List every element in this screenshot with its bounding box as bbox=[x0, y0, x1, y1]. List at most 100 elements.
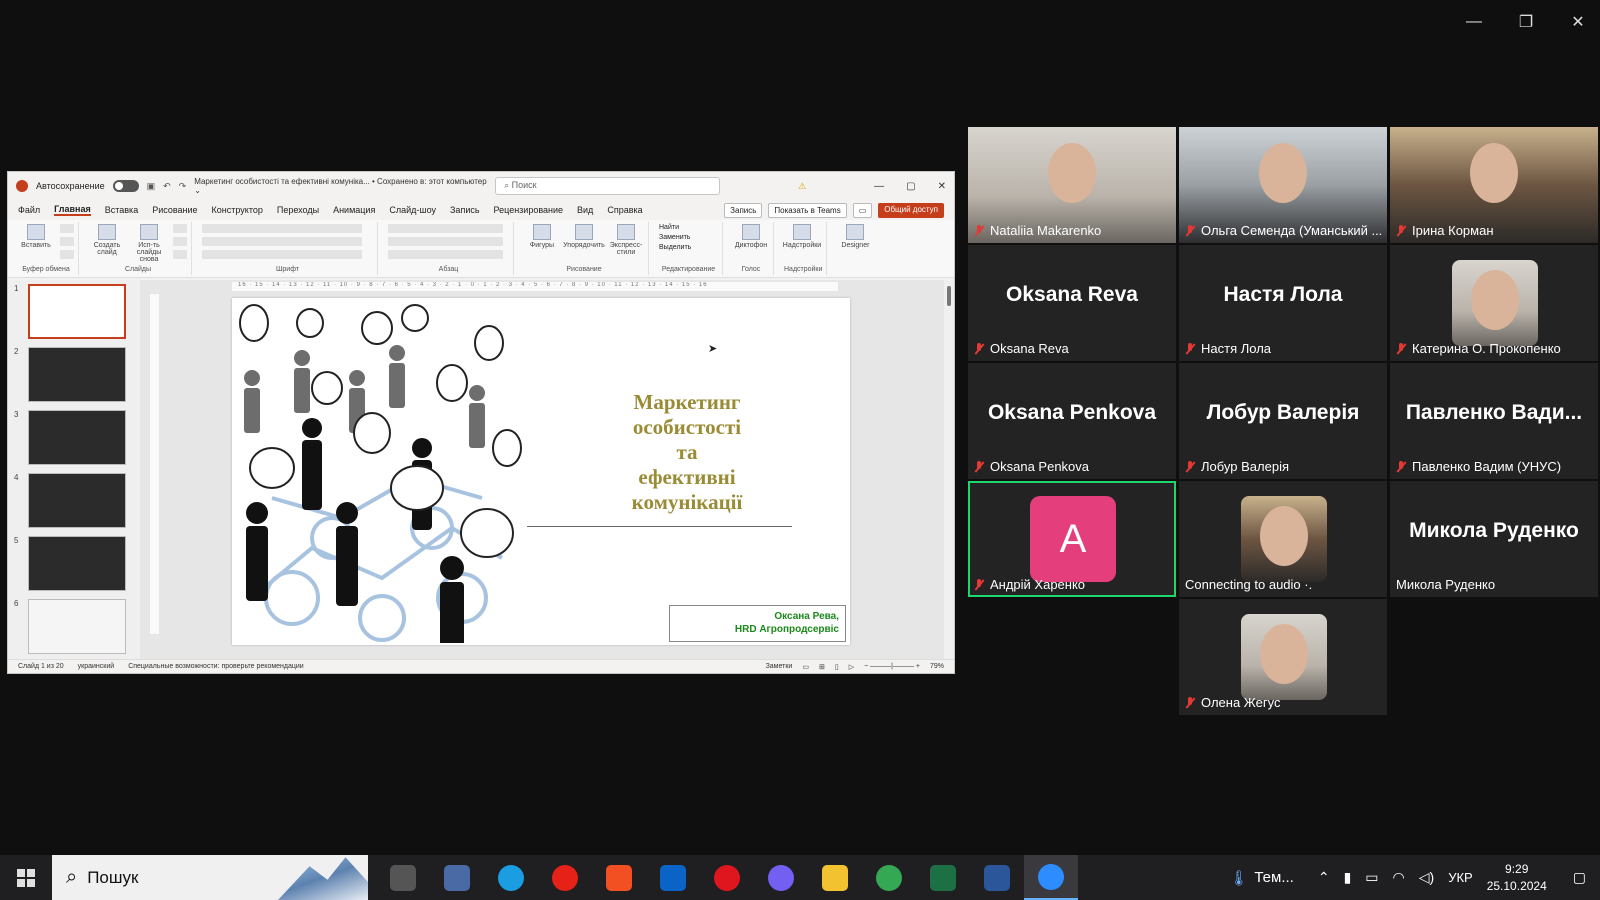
tab-7[interactable]: Слайд-шоу bbox=[389, 205, 436, 215]
tab-2[interactable]: Вставка bbox=[105, 205, 138, 215]
participant-tile[interactable]: Микола Руденко Микола Руденко bbox=[1390, 481, 1598, 597]
participant-tile[interactable]: Oksana Reva Oksana Reva bbox=[968, 245, 1176, 361]
slideshow-icon[interactable]: ▷ bbox=[849, 663, 854, 671]
tab-0[interactable]: Файл bbox=[18, 205, 40, 215]
taskbar-app-zoom[interactable] bbox=[1024, 855, 1078, 900]
taskbar-app-calculator[interactable] bbox=[430, 855, 484, 900]
record-button[interactable]: Запись bbox=[724, 202, 763, 218]
editor-scrollbar[interactable] bbox=[944, 280, 954, 659]
slide-thumbnail[interactable] bbox=[28, 536, 126, 591]
tab-6[interactable]: Анимация bbox=[333, 205, 375, 215]
restore-icon[interactable]: ❐ bbox=[1514, 10, 1538, 34]
dictate-button[interactable]: Диктофон bbox=[733, 224, 769, 249]
tab-1[interactable]: Главная bbox=[54, 204, 91, 216]
slide-author-box[interactable]: Оксана Рева, HRD Агропродсервіс bbox=[669, 605, 846, 642]
arrange-button[interactable]: Упорядочить bbox=[563, 224, 605, 249]
volume-icon[interactable]: ◁) bbox=[1419, 869, 1434, 886]
battery-icon[interactable]: ▭ bbox=[1365, 869, 1378, 886]
zoom-slider[interactable]: − ———|——— + bbox=[864, 663, 920, 671]
taskbar-app-chrome[interactable] bbox=[862, 855, 916, 900]
tab-3[interactable]: Рисование bbox=[152, 205, 197, 215]
ppt-restore-icon[interactable]: ▢ bbox=[906, 181, 915, 192]
find-button[interactable]: Найти bbox=[659, 224, 718, 231]
replace-button[interactable]: Заменить bbox=[659, 234, 718, 241]
participant-tile[interactable]: Ольга Семенда (Уманський ... bbox=[1179, 127, 1387, 243]
participant-tile[interactable]: Настя Лола Настя Лола bbox=[1179, 245, 1387, 361]
participant-tile[interactable]: Nataliia Makarenko bbox=[968, 127, 1176, 243]
taskbar-app-excel[interactable] bbox=[916, 855, 970, 900]
taskbar-clock[interactable]: 9:29 25.10.2024 bbox=[1487, 861, 1547, 895]
share-button[interactable]: Общий доступ bbox=[878, 202, 944, 218]
participant-tile[interactable]: Connecting to audio ·. bbox=[1179, 481, 1387, 597]
taskbar-app-task-view[interactable] bbox=[376, 855, 430, 900]
shapes-button[interactable]: Фигуры bbox=[524, 224, 560, 249]
tab-11[interactable]: Справка bbox=[607, 205, 642, 215]
slide-thumbnail[interactable] bbox=[28, 284, 126, 339]
taskbar-app-microsoft-store[interactable] bbox=[592, 855, 646, 900]
sorter-view-icon[interactable]: ⊞ bbox=[819, 663, 825, 671]
select-button[interactable]: Выделить bbox=[659, 244, 718, 251]
language-status[interactable]: украинский bbox=[78, 663, 115, 670]
taskbar-app-viber[interactable] bbox=[754, 855, 808, 900]
slide-thumbnail-row[interactable]: 4 bbox=[14, 473, 136, 528]
minimize-icon[interactable]: — bbox=[1462, 10, 1486, 34]
show-in-teams-button[interactable]: Показать в Teams bbox=[768, 202, 847, 218]
current-slide[interactable]: Маркетинг особистості та ефективні комунікац… bbox=[232, 298, 850, 645]
participant-tile[interactable]: Лобур Валерія Лобур Валерія bbox=[1179, 363, 1387, 479]
taskbar-app-opera[interactable] bbox=[700, 855, 754, 900]
undo-icon[interactable]: ↶ bbox=[163, 181, 171, 192]
slide-thumbnail-row[interactable]: 3 bbox=[14, 410, 136, 465]
slide-thumbnail-row[interactable]: 5 bbox=[14, 536, 136, 591]
normal-view-icon[interactable]: ▭ bbox=[802, 663, 809, 671]
quick-styles-button[interactable]: Экспресс-стили bbox=[608, 224, 644, 256]
tab-10[interactable]: Вид bbox=[577, 205, 593, 215]
slide-thumbnail[interactable] bbox=[28, 347, 126, 402]
slide-thumbnail[interactable] bbox=[28, 473, 126, 528]
reading-view-icon[interactable]: ▯ bbox=[835, 663, 839, 671]
start-button[interactable] bbox=[0, 855, 52, 900]
paste-button[interactable]: Вставить bbox=[18, 224, 54, 249]
close-icon[interactable]: ✕ bbox=[1566, 10, 1590, 34]
comments-icon[interactable]: ▭ bbox=[852, 202, 873, 218]
redo-icon[interactable]: ↷ bbox=[179, 181, 187, 192]
slide-thumbnail[interactable] bbox=[28, 410, 126, 465]
slide-thumbnail-row[interactable]: 6 bbox=[14, 599, 136, 654]
tab-9[interactable]: Рецензирование bbox=[494, 205, 564, 215]
save-icon[interactable]: ▣ bbox=[147, 181, 156, 192]
tab-5[interactable]: Переходы bbox=[277, 205, 319, 215]
autosave-toggle[interactable] bbox=[112, 180, 139, 192]
participant-tile[interactable]: A Андрій Харенко bbox=[968, 481, 1176, 597]
designer-button[interactable]: Designer bbox=[837, 224, 873, 249]
participant-tile[interactable]: Олена Жегус bbox=[1179, 599, 1387, 715]
participant-tile[interactable]: Ірина Корман bbox=[1390, 127, 1598, 243]
reuse-slides-button[interactable]: Исп-ть слайды снова bbox=[131, 224, 167, 263]
slide-title[interactable]: Маркетинг особистості та ефективні комунікац… bbox=[587, 390, 787, 515]
accessibility-status[interactable]: Специальные возможности: проверьте реком… bbox=[128, 663, 304, 670]
slide-thumbnail[interactable] bbox=[28, 599, 126, 654]
taskbar-app-word[interactable] bbox=[970, 855, 1024, 900]
zoom-level[interactable]: 79% bbox=[930, 663, 944, 671]
slide-thumbnail-row[interactable]: 2 bbox=[14, 347, 136, 402]
ppt-search-input[interactable]: ⌕ Поиск bbox=[495, 177, 721, 195]
taskbar-app-file-explorer[interactable] bbox=[808, 855, 862, 900]
weather-widget[interactable]: 🌡 Тем... bbox=[1229, 869, 1294, 887]
tab-4[interactable]: Конструктор bbox=[212, 205, 263, 215]
ppt-minimize-icon[interactable]: — bbox=[874, 181, 884, 192]
new-slide-button[interactable]: Создать слайд bbox=[89, 224, 125, 256]
warning-icon[interactable]: ⚠ bbox=[798, 181, 806, 192]
tab-8[interactable]: Запись bbox=[450, 205, 480, 215]
taskbar-search[interactable]: ⌕ Пошук bbox=[52, 855, 368, 900]
wifi-icon[interactable]: ◠ bbox=[1393, 869, 1405, 886]
input-language[interactable]: УКР bbox=[1448, 870, 1473, 885]
participant-tile[interactable]: Павленко Вади... Павленко Вадим (УНУС) bbox=[1390, 363, 1598, 479]
addins-button[interactable]: Надстройки bbox=[783, 224, 821, 249]
ppt-close-icon[interactable]: ✕ bbox=[938, 181, 946, 192]
taskbar-app-youtube[interactable] bbox=[538, 855, 592, 900]
chevron-up-icon[interactable]: ⌃ bbox=[1318, 869, 1330, 886]
slide-thumbnail-row[interactable]: 1 bbox=[14, 284, 136, 339]
notes-button[interactable]: Заметки bbox=[766, 663, 793, 671]
taskbar-app-outlook[interactable] bbox=[646, 855, 700, 900]
document-title[interactable]: Маркетинг особистості та ефективні комун… bbox=[194, 177, 487, 195]
participant-tile[interactable]: Катерина О. Прокопенко bbox=[1390, 245, 1598, 361]
participant-tile[interactable]: Oksana Penkova Oksana Penkova bbox=[968, 363, 1176, 479]
